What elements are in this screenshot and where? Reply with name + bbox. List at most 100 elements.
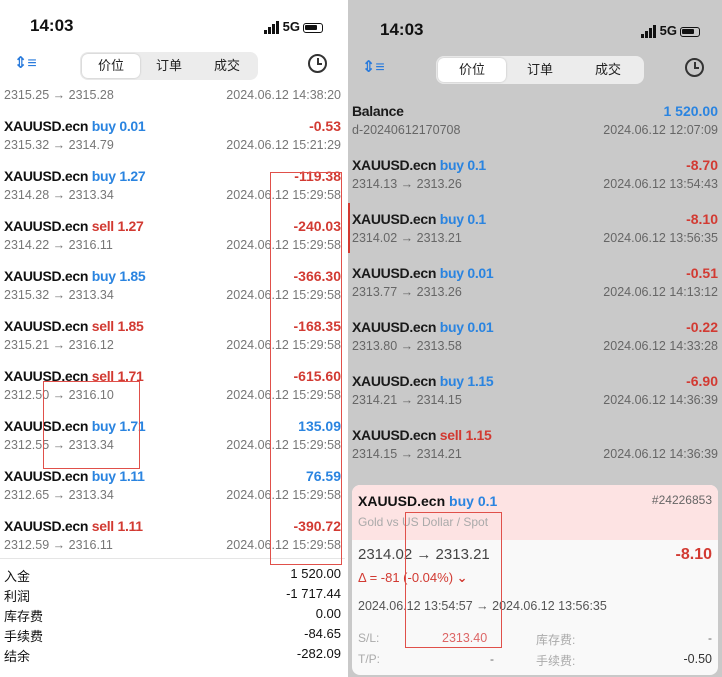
commission-value: -0.50 <box>683 652 713 666</box>
highlight-box-profits <box>270 172 342 565</box>
deal-symbol: XAUUSD.ecn <box>352 265 437 281</box>
deal-row[interactable]: XAUUSD.ecn buy 0.1 -8.70 2314.13 → 2313.… <box>352 157 718 197</box>
summary-label: 手续费 <box>4 629 44 644</box>
summary-value: 0.00 <box>315 606 341 621</box>
deal-side: buy <box>439 211 464 227</box>
tab-2[interactable]: 成交 <box>574 58 642 82</box>
deal-prices: 2315.32 → 2313.34 <box>4 288 114 302</box>
sl-label: S/L: <box>358 631 380 645</box>
deal-volume: 0.01 <box>119 118 146 134</box>
tab-1[interactable]: 订单 <box>506 58 574 82</box>
deal-row[interactable]: XAUUSD.ecn buy 0.01 -0.51 2313.77 → 2313… <box>352 265 718 305</box>
tp-value: - <box>490 652 494 666</box>
deal-datetime: 2024.06.12 14:33:28 <box>603 339 718 353</box>
deal-side: sell <box>439 427 462 443</box>
status-indicators: 5G <box>263 19 323 34</box>
deal-volume: 0.1 <box>467 211 486 227</box>
deal-side: buy <box>91 168 116 184</box>
deal-prices: 2313.80 → 2313.58 <box>352 339 462 353</box>
deal-datetime: 2024.06.12 14:38:20 <box>226 88 341 102</box>
deal-datetime: 2024.06.12 15:21:29 <box>226 138 341 152</box>
deal-side: buy <box>439 319 464 335</box>
deal-volume: 1.85 <box>117 318 144 334</box>
deal-profit: -0.22 <box>686 319 718 335</box>
summary-value: -84.65 <box>304 626 341 641</box>
detail-ticket: #24226853 <box>651 493 712 507</box>
deal-row[interactable]: XAUUSD.ecn buy 0.01 -0.53 2315.32 → 2314… <box>4 118 341 158</box>
deal-prices: 2314.28 → 2313.34 <box>4 188 114 202</box>
deal-symbol: XAUUSD.ecn <box>352 211 437 227</box>
battery-icon <box>680 26 700 37</box>
deal-symbol: XAUUSD.ecn <box>4 268 89 284</box>
history-clock-icon[interactable] <box>685 58 704 77</box>
balance-datetime: 2024.06.12 12:07:09 <box>603 123 718 137</box>
network-type: 5G <box>282 19 300 34</box>
deal-symbol: XAUUSD.ecn <box>4 218 89 234</box>
deal-volume: 0.01 <box>467 265 494 281</box>
network-type: 5G <box>659 23 677 38</box>
status-time: 14:03 <box>380 20 424 39</box>
deal-volume: 1.11 <box>117 518 143 534</box>
swap-label: 库存费: <box>536 633 576 647</box>
signal-icon <box>640 23 657 38</box>
deal-profit: -0.51 <box>686 265 718 281</box>
summary-value: 1 520.00 <box>290 566 341 581</box>
highlight-box-prices <box>43 381 140 469</box>
deal-row[interactable]: XAUUSD.ecn buy 0.1 -8.10 2314.02 → 2313.… <box>352 211 718 251</box>
deal-side: buy <box>439 157 464 173</box>
selected-row-marker <box>348 203 350 253</box>
summary-label: 库存费 <box>4 609 44 624</box>
deal-prices: 2314.21 → 2314.15 <box>352 393 462 407</box>
deal-datetime: 2024.06.12 14:36:39 <box>603 393 718 407</box>
deal-side: sell <box>91 218 114 234</box>
deal-row-partial[interactable]: 2315.25 → 2315.28 2024.06.12 14:38:20 <box>4 68 341 108</box>
summary-row: 结余 -282.09 <box>4 646 341 666</box>
summary-value: -1 717.44 <box>286 586 341 601</box>
status-indicators: 5G <box>640 23 700 38</box>
deal-datetime: 2024.06.12 14:13:12 <box>603 285 718 299</box>
deal-profit: -6.90 <box>686 373 718 389</box>
deal-side: sell <box>91 518 114 534</box>
deal-volume: 1.27 <box>119 168 146 184</box>
deal-datetime: 2024.06.12 13:54:43 <box>603 177 718 191</box>
highlight-box-sl <box>405 512 502 648</box>
deal-volume: 1.15 <box>465 427 492 443</box>
deal-prices: 2315.32 → 2314.79 <box>4 138 114 152</box>
detail-volume: 0.1 <box>477 493 498 509</box>
summary-row: 利润 -1 717.44 <box>4 586 341 606</box>
detail-side: buy <box>449 493 474 509</box>
detail-title: XAUUSD.ecn buy 0.1 <box>358 493 497 509</box>
deal-datetime: 2024.06.12 14:36:39 <box>603 447 718 461</box>
deal-prices: 2315.25 → 2315.28 <box>4 88 114 102</box>
deal-row[interactable]: XAUUSD.ecn sell 1.15 2314.15 → 2314.21 2… <box>352 427 718 467</box>
deal-side: buy <box>91 468 116 484</box>
tab-bar: 价位 订单 成交 <box>436 56 644 84</box>
balance-value: 1 520.00 <box>663 103 719 119</box>
deal-profit: -8.10 <box>686 211 718 227</box>
deal-row[interactable]: XAUUSD.ecn buy 0.01 -0.22 2313.80 → 2313… <box>352 319 718 359</box>
balance-row[interactable]: Balance 1 520.00 d-20240612170708 2024.0… <box>352 103 718 143</box>
balance-id: d-20240612170708 <box>352 123 461 137</box>
deal-symbol: XAUUSD.ecn <box>352 157 437 173</box>
deal-symbol: XAUUSD.ecn <box>352 319 437 335</box>
tp-label: T/P: <box>358 652 381 666</box>
deal-prices: 2314.15 → 2314.21 <box>352 447 462 461</box>
deal-volume: 0.01 <box>467 319 494 335</box>
deal-volume: 1.27 <box>117 218 144 234</box>
deal-symbol: XAUUSD.ecn <box>352 427 437 443</box>
deal-datetime: 2024.06.12 13:56:35 <box>603 231 718 245</box>
deal-profit: -0.53 <box>309 118 341 134</box>
commission-label: 手续费: <box>536 654 576 668</box>
battery-icon <box>303 22 323 33</box>
deal-row[interactable]: XAUUSD.ecn buy 1.15 -6.90 2314.21 → 2314… <box>352 373 718 413</box>
deal-symbol: XAUUSD.ecn <box>4 468 89 484</box>
deal-prices: 2314.22 → 2316.11 <box>4 238 113 252</box>
deal-prices: 2312.65 → 2313.34 <box>4 488 114 502</box>
status-time: 14:03 <box>30 16 74 35</box>
deal-prices: 2313.77 → 2313.26 <box>352 285 462 299</box>
signal-icon <box>263 19 280 34</box>
deal-prices: 2315.21 → 2316.12 <box>4 338 114 352</box>
deal-side: sell <box>91 318 114 334</box>
tab-0[interactable]: 价位 <box>438 58 506 82</box>
sort-icon[interactable]: ⇕≡ <box>362 57 385 77</box>
